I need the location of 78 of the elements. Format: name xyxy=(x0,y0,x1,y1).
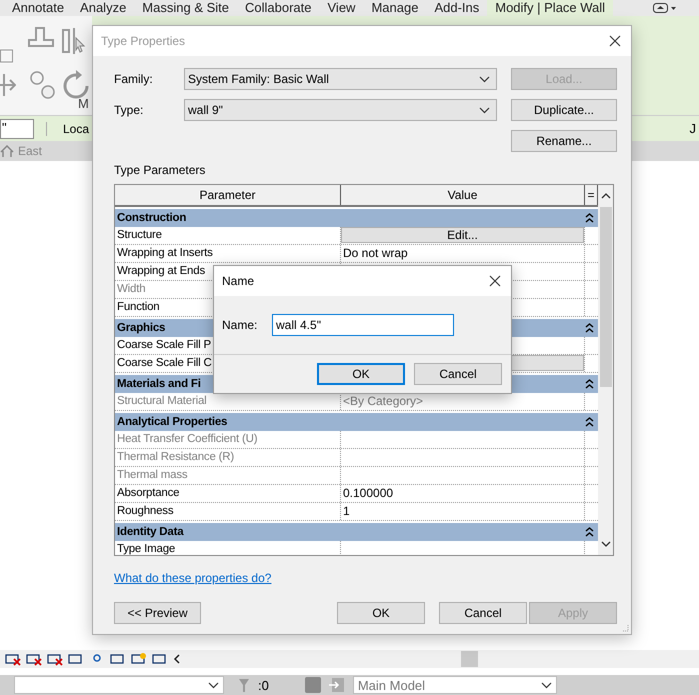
scroll-down-icon[interactable] xyxy=(600,539,610,549)
selection-count: :0 xyxy=(258,678,269,692)
parameter-value: <By Category> xyxy=(343,393,424,410)
ribbon-tab[interactable]: Collaborate xyxy=(237,0,320,16)
cancel-button[interactable]: Cancel xyxy=(414,363,502,385)
name-input[interactable]: wall 4.5" xyxy=(272,314,454,336)
section-title: Type Parameters xyxy=(114,163,206,177)
view-control-icon[interactable] xyxy=(47,652,63,666)
chevron-down-icon xyxy=(479,76,490,82)
family-dropdown[interactable]: System Family: Basic Wall xyxy=(184,68,497,90)
preview-button[interactable]: << Preview xyxy=(114,602,201,624)
house-icon xyxy=(0,145,14,157)
view-control-icon[interactable] xyxy=(5,652,21,666)
ok-button[interactable]: OK xyxy=(317,363,405,385)
group-header[interactable]: Construction xyxy=(115,209,598,227)
scrollbar-thumb[interactable] xyxy=(600,207,612,387)
view-control-icon[interactable] xyxy=(26,652,42,666)
parameter-value: 0.100000 xyxy=(343,485,394,502)
group-header[interactable]: Identity Data xyxy=(115,523,598,541)
field-label: Type: xyxy=(114,103,144,117)
collapse-icon[interactable] xyxy=(585,417,594,427)
model-dropdown[interactable]: Main Model xyxy=(352,676,557,694)
ribbon-tab[interactable]: Analyze xyxy=(72,0,134,16)
group-header[interactable]: Analytical Properties xyxy=(115,413,598,431)
collapse-icon[interactable] xyxy=(585,213,594,223)
parameter-name: Thermal Resistance (R) xyxy=(115,449,341,466)
ribbon-tab[interactable]: Manage xyxy=(363,0,426,16)
duplicate-button[interactable]: Duplicate... xyxy=(511,99,617,121)
view-control-icon[interactable] xyxy=(131,652,147,666)
column-header[interactable]: Parameter xyxy=(115,185,341,205)
view-control-icon[interactable] xyxy=(68,652,84,666)
cancel-button[interactable]: Cancel xyxy=(439,602,527,624)
field-label: Name: xyxy=(222,318,258,332)
parameter-value: 1 xyxy=(343,503,350,520)
collapse-icon[interactable] xyxy=(585,379,594,389)
ribbon-tab[interactable]: Massing & Site xyxy=(134,0,237,16)
type-dropdown[interactable]: wall 9" xyxy=(184,99,497,121)
panel-label: M xyxy=(78,96,89,111)
group-title: Construction xyxy=(117,212,186,224)
column-header[interactable]: Value xyxy=(341,185,585,205)
group-title: Materials and Fi xyxy=(117,378,201,390)
view-control-icon[interactable] xyxy=(110,652,126,666)
parameter-name: Wrapping at Inserts xyxy=(115,245,341,262)
group-title: Graphics xyxy=(117,322,166,334)
chevron-down-icon xyxy=(479,106,490,114)
chevron-down-icon xyxy=(208,682,219,688)
parameter-name: Absorptance xyxy=(115,485,341,502)
panel-toggle-icon[interactable] xyxy=(653,3,678,13)
collapse-icon[interactable] xyxy=(585,323,594,333)
scrollbar-thumb[interactable] xyxy=(461,651,478,667)
parameter-value: Do not wrap xyxy=(343,245,408,262)
ok-button[interactable]: OK xyxy=(337,602,425,624)
options-field[interactable]: " xyxy=(0,118,34,138)
option-label: J xyxy=(690,121,696,136)
view-control-icon[interactable] xyxy=(152,652,168,666)
edit-button[interactable]: Edit... xyxy=(341,227,584,243)
parameter-name: Type Image xyxy=(115,541,341,555)
ribbon-tab[interactable]: Modify | Place Wall xyxy=(487,0,614,16)
chevron-down-icon xyxy=(540,682,552,688)
parameter-name: Thermal mass xyxy=(115,467,341,484)
option-label: Loca xyxy=(46,122,90,136)
parameter-name: Heat Transfer Coefficient (U) xyxy=(115,431,341,448)
rotate-icon[interactable] xyxy=(62,70,90,100)
parameter-name: Roughness xyxy=(115,503,341,520)
collapse-icon[interactable] xyxy=(585,527,594,537)
scroll-up-icon[interactable] xyxy=(600,191,610,201)
ribbon-tab[interactable]: Add-Ins xyxy=(426,0,488,16)
rename-button[interactable]: Rename... xyxy=(511,130,617,152)
ribbon-tab[interactable]: View xyxy=(320,0,364,16)
help-link[interactable]: What do these properties do? xyxy=(114,571,272,585)
group-title: Analytical Properties xyxy=(117,416,228,428)
window-title: Type Properties xyxy=(101,34,186,48)
close-icon[interactable] xyxy=(609,35,621,47)
field-label: Family: xyxy=(114,72,154,86)
ribbon-tab[interactable]: Annotate xyxy=(4,0,72,16)
close-icon[interactable] xyxy=(489,275,501,287)
resize-grip-icon[interactable] xyxy=(621,624,629,632)
group-title: Identity Data xyxy=(117,526,184,538)
